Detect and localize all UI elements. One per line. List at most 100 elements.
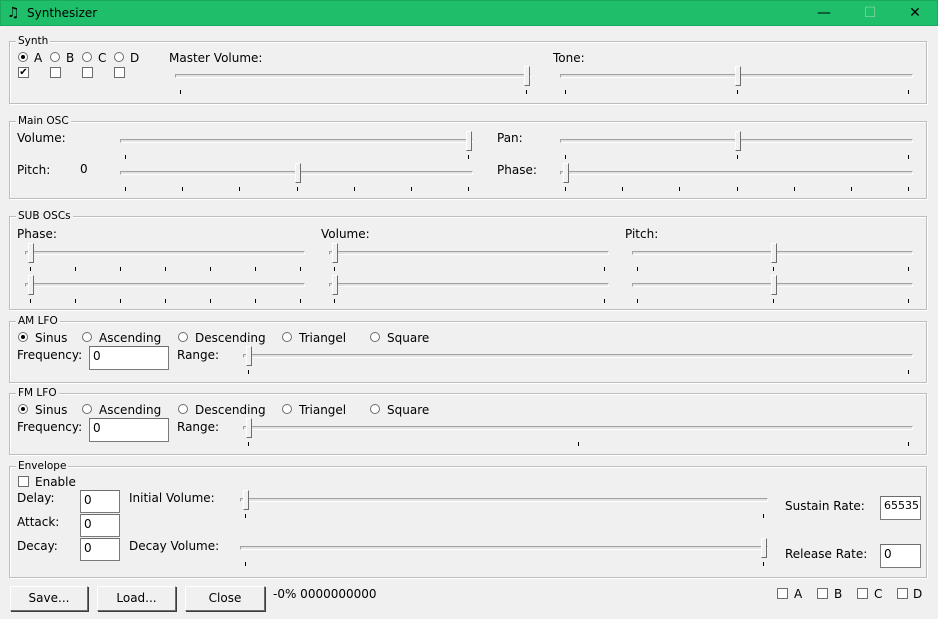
slider-thumb[interactable] bbox=[332, 243, 338, 263]
am-range-slider[interactable] bbox=[243, 346, 913, 376]
am-triangel-radio[interactable] bbox=[282, 332, 292, 342]
slider-thumb[interactable] bbox=[243, 490, 249, 510]
slider-thumb[interactable] bbox=[246, 346, 252, 366]
footer-channel-a-label: A bbox=[794, 587, 803, 601]
fm-square-radio[interactable] bbox=[370, 404, 380, 414]
close-button[interactable]: Close bbox=[185, 586, 265, 611]
slider-track bbox=[329, 283, 609, 287]
footer-channel-c-checkbox[interactable] bbox=[857, 588, 868, 599]
slider-thumb[interactable] bbox=[761, 538, 767, 558]
channel-b-checkbox[interactable] bbox=[50, 67, 61, 78]
slider-thumb[interactable] bbox=[735, 66, 741, 86]
sub-volume-slider-1[interactable] bbox=[329, 243, 609, 273]
slider-tick bbox=[622, 187, 623, 191]
sub-pitch-slider-2[interactable] bbox=[632, 275, 913, 305]
slider-thumb[interactable] bbox=[28, 275, 34, 295]
slider-tick bbox=[165, 267, 166, 271]
decay-input[interactable]: 0 bbox=[80, 538, 120, 561]
master-volume-slider[interactable] bbox=[175, 66, 531, 96]
slider-track bbox=[240, 498, 768, 502]
slider-tick bbox=[763, 562, 764, 566]
slider-tick bbox=[908, 187, 909, 191]
am-ascending-radio[interactable] bbox=[82, 332, 92, 342]
slider-tick bbox=[908, 299, 909, 303]
slider-tick bbox=[334, 299, 335, 303]
slider-track bbox=[120, 139, 473, 143]
slider-thumb[interactable] bbox=[246, 418, 252, 438]
footer-channel-a-checkbox[interactable] bbox=[777, 588, 788, 599]
channel-d-radio[interactable] bbox=[114, 52, 124, 62]
tone-slider[interactable] bbox=[560, 66, 913, 96]
pan-label: Pan: bbox=[497, 131, 523, 145]
channel-b-radio[interactable] bbox=[50, 52, 60, 62]
slider-tick bbox=[248, 442, 249, 446]
sub-phase-slider-1[interactable] bbox=[25, 243, 305, 273]
fm-frequency-input[interactable]: 0 bbox=[89, 418, 169, 442]
sub-phase-slider-2[interactable] bbox=[25, 275, 305, 305]
am-square-radio[interactable] bbox=[370, 332, 380, 342]
pitch-slider[interactable] bbox=[120, 163, 473, 193]
channel-a-radio[interactable] bbox=[18, 52, 28, 62]
release-rate-input[interactable]: 0 bbox=[880, 544, 921, 568]
initial-volume-label: Initial Volume: bbox=[129, 491, 215, 505]
slider-track bbox=[243, 354, 913, 358]
am-lfo-group-label: AM LFO bbox=[16, 315, 60, 327]
minimize-button[interactable]: — bbox=[801, 1, 847, 26]
slider-thumb[interactable] bbox=[28, 243, 34, 263]
channel-c-checkbox[interactable] bbox=[82, 67, 93, 78]
phase-slider[interactable] bbox=[560, 163, 913, 193]
slider-tick bbox=[334, 267, 335, 271]
load-button[interactable]: Load... bbox=[97, 586, 176, 611]
decay-volume-label: Decay Volume: bbox=[129, 539, 220, 553]
slider-thumb[interactable] bbox=[771, 243, 777, 263]
fm-square-label: Square bbox=[387, 403, 430, 417]
slider-thumb[interactable] bbox=[466, 131, 472, 151]
slider-thumb[interactable] bbox=[295, 163, 301, 183]
decay-volume-slider[interactable] bbox=[240, 538, 768, 568]
fm-ascending-radio[interactable] bbox=[82, 404, 92, 414]
sustain-rate-input[interactable]: 65535 bbox=[880, 496, 921, 520]
sub-volume-slider-2[interactable] bbox=[329, 275, 609, 305]
close-window-button[interactable]: ✕ bbox=[892, 1, 938, 26]
fm-range-slider[interactable] bbox=[243, 418, 913, 448]
attack-label: Attack: bbox=[17, 515, 60, 529]
am-sinus-radio[interactable] bbox=[18, 332, 28, 342]
slider-tick bbox=[165, 299, 166, 303]
initial-volume-slider[interactable] bbox=[240, 490, 768, 520]
slider-thumb[interactable] bbox=[332, 275, 338, 295]
slider-tick bbox=[908, 267, 909, 271]
main-volume-slider[interactable] bbox=[120, 131, 473, 161]
footer-channel-d-checkbox[interactable] bbox=[897, 588, 908, 599]
slider-tick bbox=[30, 267, 31, 271]
slider-track bbox=[243, 426, 913, 430]
footer-channel-b-checkbox[interactable] bbox=[817, 588, 828, 599]
am-triangel-label: Triangel bbox=[299, 331, 347, 345]
channel-d-checkbox[interactable] bbox=[114, 67, 125, 78]
slider-tick bbox=[354, 187, 355, 191]
am-descending-radio[interactable] bbox=[178, 332, 188, 342]
slider-tick bbox=[210, 299, 211, 303]
channel-c-radio[interactable] bbox=[82, 52, 92, 62]
pan-slider[interactable] bbox=[560, 131, 913, 161]
am-frequency-input[interactable]: 0 bbox=[89, 346, 169, 370]
channel-a-checkbox[interactable]: ✔ bbox=[18, 67, 29, 78]
fm-sinus-label: Sinus bbox=[35, 403, 68, 417]
slider-tick bbox=[773, 267, 774, 271]
slider-thumb[interactable] bbox=[771, 275, 777, 295]
slider-tick bbox=[210, 267, 211, 271]
slider-thumb[interactable] bbox=[735, 131, 741, 151]
slider-thumb[interactable] bbox=[563, 163, 569, 183]
sub-pitch-slider-1[interactable] bbox=[632, 243, 913, 273]
save-button[interactable]: Save... bbox=[10, 586, 88, 611]
slider-tick bbox=[604, 267, 605, 271]
phase-label: Phase: bbox=[497, 163, 537, 177]
attack-input[interactable]: 0 bbox=[80, 514, 120, 537]
slider-thumb[interactable] bbox=[524, 66, 530, 86]
delay-input[interactable]: 0 bbox=[80, 490, 120, 513]
slider-track bbox=[329, 251, 609, 255]
slider-track bbox=[25, 283, 305, 287]
fm-descending-radio[interactable] bbox=[178, 404, 188, 414]
envelope-enable-checkbox[interactable] bbox=[18, 476, 29, 487]
fm-sinus-radio[interactable] bbox=[18, 404, 28, 414]
fm-triangel-radio[interactable] bbox=[282, 404, 292, 414]
